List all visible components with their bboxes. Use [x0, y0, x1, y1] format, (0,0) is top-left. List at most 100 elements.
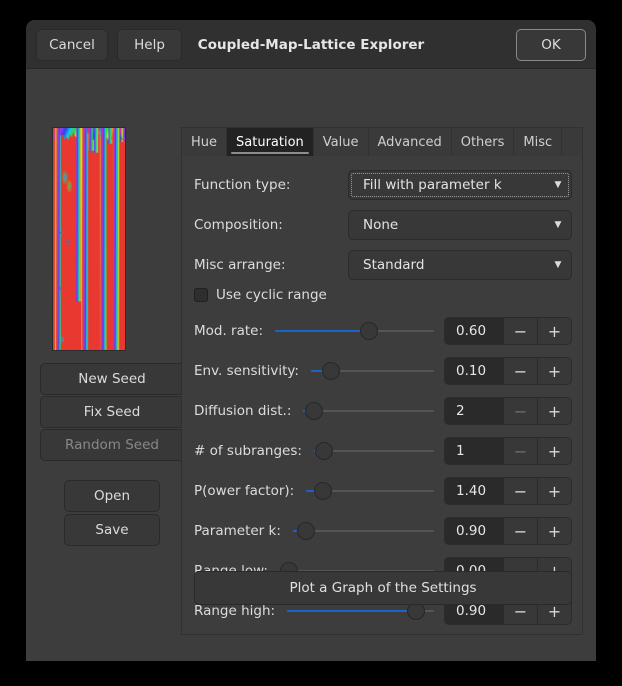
chevron-down-icon: ▼: [545, 180, 571, 190]
diffusion-dist-spinner: 2−+: [444, 397, 572, 425]
random-seed-button: Random Seed: [40, 429, 184, 461]
mod-rate-increment-button[interactable]: +: [537, 318, 571, 344]
random-seed-label: Random Seed: [65, 437, 159, 453]
tab-misc[interactable]: Misc: [514, 128, 562, 156]
of-subranges-row: # of subranges:1−+: [194, 436, 572, 466]
env-sensitivity-slider[interactable]: [311, 356, 434, 386]
slider-thumb[interactable]: [360, 322, 378, 340]
env-sensitivity-value-input[interactable]: 0.10: [445, 358, 503, 384]
of-subranges-increment-button[interactable]: +: [537, 438, 571, 464]
plot-graph-label: Plot a Graph of the Settings: [289, 580, 476, 596]
open-label: Open: [94, 488, 130, 504]
tab-advanced[interactable]: Advanced: [369, 128, 452, 156]
diffusion-dist-row: Diffusion dist.: 2−+: [194, 396, 572, 426]
of-subranges-slider[interactable]: [314, 436, 434, 466]
function-type-row: Function type: Fill with parameter k ▼: [194, 170, 572, 200]
header-bar: Cancel Help Coupled-Map-Lattice Explorer…: [26, 20, 596, 69]
settings-notebook: Hue Saturation Value Advanced Others Mis…: [181, 127, 583, 635]
misc-arrange-dropdown[interactable]: Standard ▼: [348, 250, 572, 280]
tab-bar: Hue Saturation Value Advanced Others Mis…: [181, 127, 583, 157]
window-title: Coupled-Map-Lattice Explorer: [26, 20, 596, 69]
parameter-k-value-input[interactable]: 0.90: [445, 518, 503, 544]
composition-dropdown[interactable]: None ▼: [348, 210, 572, 240]
p-ower-factor-spinner: 1.40−+: [444, 477, 572, 505]
function-type-value: Fill with parameter k: [349, 177, 545, 193]
of-subranges-spinner: 1−+: [444, 437, 572, 465]
ok-button-label: OK: [541, 37, 560, 53]
dialog-window: Cancel Help Coupled-Map-Lattice Explorer…: [26, 20, 596, 661]
fix-seed-button[interactable]: Fix Seed: [40, 396, 184, 428]
parameter-k-row: Parameter k: 0.90−+: [194, 516, 572, 546]
coupled-map-lattice-preview: [52, 127, 126, 351]
composition-value: None: [349, 217, 545, 233]
of-subranges-value-input[interactable]: 1: [445, 438, 503, 464]
p-ower-factor-row: P(ower factor): 1.40−+: [194, 476, 572, 506]
save-button[interactable]: Save: [64, 514, 160, 546]
slider-thumb[interactable]: [315, 442, 333, 460]
env-sensitivity-increment-button[interactable]: +: [537, 358, 571, 384]
tab-value-label: Value: [323, 135, 359, 150]
parameter-k-spinner: 0.90−+: [444, 517, 572, 545]
slider-thumb[interactable]: [305, 402, 323, 420]
tab-misc-label: Misc: [523, 135, 552, 150]
of-subranges-decrement-button: −: [503, 438, 537, 464]
tab-others[interactable]: Others: [452, 128, 515, 156]
cancel-button-label: Cancel: [49, 37, 95, 53]
fix-seed-label: Fix Seed: [84, 404, 141, 420]
p-ower-factor-value-input[interactable]: 1.40: [445, 478, 503, 504]
diffusion-dist-value-input[interactable]: 2: [445, 398, 503, 424]
mod-rate-decrement-button[interactable]: −: [503, 318, 537, 344]
misc-arrange-label: Misc arrange:: [194, 250, 286, 280]
tab-advanced-label: Advanced: [378, 135, 442, 150]
parameter-k-slider[interactable]: [293, 516, 434, 546]
tab-hue[interactable]: Hue: [182, 128, 227, 156]
misc-arrange-row: Misc arrange: Standard ▼: [194, 250, 572, 280]
parameter-k-label: Parameter k:: [194, 516, 281, 546]
save-label: Save: [95, 522, 128, 538]
parameter-k-increment-button[interactable]: +: [537, 518, 571, 544]
cancel-button[interactable]: Cancel: [36, 29, 108, 61]
misc-arrange-value: Standard: [349, 257, 545, 273]
env-sensitivity-label: Env. sensitivity:: [194, 356, 299, 386]
env-sensitivity-row: Env. sensitivity: 0.10−+: [194, 356, 572, 386]
p-ower-factor-slider[interactable]: [306, 476, 434, 506]
tab-saturation[interactable]: Saturation: [227, 128, 314, 156]
plot-graph-button[interactable]: Plot a Graph of the Settings: [194, 571, 572, 605]
mod-rate-value-input[interactable]: 0.60: [445, 318, 503, 344]
mod-rate-row: Mod. rate: 0.60−+: [194, 316, 572, 346]
function-type-label: Function type:: [194, 170, 290, 200]
composition-label: Composition:: [194, 210, 283, 240]
help-button[interactable]: Help: [117, 29, 182, 61]
p-ower-factor-increment-button[interactable]: +: [537, 478, 571, 504]
tab-hue-label: Hue: [191, 135, 217, 150]
chevron-down-icon: ▼: [545, 260, 571, 270]
p-ower-factor-decrement-button[interactable]: −: [503, 478, 537, 504]
mod-rate-label: Mod. rate:: [194, 316, 263, 346]
diffusion-dist-decrement-button: −: [503, 398, 537, 424]
env-sensitivity-decrement-button[interactable]: −: [503, 358, 537, 384]
composition-row: Composition: None ▼: [194, 210, 572, 240]
slider-fill: [275, 330, 369, 332]
function-type-dropdown[interactable]: Fill with parameter k ▼: [348, 170, 572, 200]
parameter-k-decrement-button[interactable]: −: [503, 518, 537, 544]
open-button[interactable]: Open: [64, 480, 160, 512]
use-cyclic-range-row[interactable]: Use cyclic range: [194, 284, 327, 306]
diffusion-dist-label: Diffusion dist.:: [194, 396, 291, 426]
use-cyclic-range-checkbox[interactable]: [194, 288, 208, 302]
tab-others-label: Others: [461, 135, 505, 150]
ok-button[interactable]: OK: [516, 29, 586, 61]
mod-rate-slider[interactable]: [275, 316, 434, 346]
tab-value[interactable]: Value: [314, 128, 369, 156]
window-title-text: Coupled-Map-Lattice Explorer: [198, 37, 424, 53]
dialog-body: New Seed Fix Seed Random Seed Open Save …: [26, 69, 596, 661]
p-ower-factor-label: P(ower factor):: [194, 476, 294, 506]
new-seed-label: New Seed: [78, 371, 146, 387]
slider-thumb[interactable]: [314, 482, 332, 500]
new-seed-button[interactable]: New Seed: [40, 363, 184, 395]
diffusion-dist-increment-button[interactable]: +: [537, 398, 571, 424]
env-sensitivity-spinner: 0.10−+: [444, 357, 572, 385]
slider-thumb[interactable]: [297, 522, 315, 540]
diffusion-dist-slider[interactable]: [303, 396, 434, 426]
slider-thumb[interactable]: [322, 362, 340, 380]
help-button-label: Help: [134, 37, 165, 53]
